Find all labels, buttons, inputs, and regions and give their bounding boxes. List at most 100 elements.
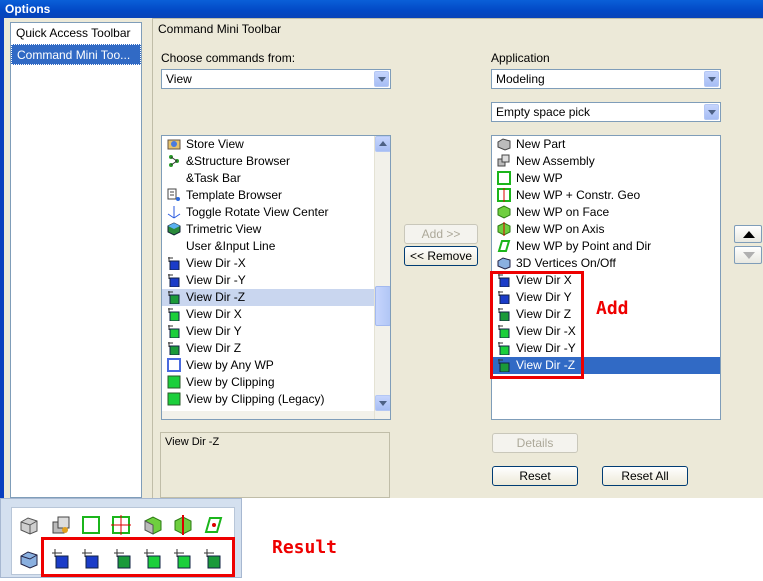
reset-all-button[interactable]: Reset All — [602, 466, 688, 486]
scroll-thumb[interactable] — [375, 286, 390, 326]
list-item-label: &Structure Browser — [186, 154, 291, 168]
new-part-icon — [497, 137, 511, 151]
view-clip-icon — [167, 375, 181, 389]
new-part-icon[interactable] — [18, 514, 40, 536]
list-item[interactable]: View Dir -Y — [162, 272, 390, 289]
list-item[interactable]: New Part — [492, 136, 720, 153]
list-item-label: New WP + Constr. Geo — [516, 188, 641, 202]
choose-commands-select[interactable]: View — [161, 69, 391, 89]
application-label: Application — [491, 51, 550, 65]
list-item-label: 3D Vertices On/Off — [516, 256, 616, 270]
view-clip-icon — [167, 392, 181, 406]
application-value: Modeling — [496, 72, 545, 86]
list-item-label: User &Input Line — [186, 239, 276, 253]
wp-point-dir-icon[interactable] — [202, 514, 224, 536]
list-item[interactable]: Trimetric View — [162, 221, 390, 238]
list-item[interactable]: New Assembly — [492, 153, 720, 170]
panel-title: Command Mini Toolbar — [158, 22, 282, 36]
left-list-hscrollbar[interactable] — [162, 411, 374, 419]
list-item[interactable]: User &Input Line — [162, 238, 390, 255]
context-select[interactable]: Empty space pick — [491, 102, 721, 122]
wp-point-dir-icon — [497, 239, 511, 253]
wp-axis-icon — [497, 222, 511, 236]
scroll-down-button[interactable] — [375, 395, 390, 411]
list-item[interactable]: New WP — [492, 170, 720, 187]
wp-face-icon — [497, 205, 511, 219]
rotate-center-icon — [167, 205, 181, 219]
options-dialog: Quick Access Toolbar Command Mini Too...… — [0, 18, 763, 498]
view-dir-icon — [167, 307, 181, 322]
list-item[interactable]: New WP on Face — [492, 204, 720, 221]
list-item-label: New WP on Axis — [516, 222, 605, 236]
list-item[interactable]: View Dir -Z — [162, 289, 390, 306]
vertices-icon — [497, 256, 511, 270]
list-item-label: &Task Bar — [186, 171, 241, 185]
list-item-label: View Dir -X — [186, 256, 246, 270]
new-wp-constr-icon[interactable] — [110, 514, 132, 536]
list-item[interactable]: View by Clipping — [162, 374, 390, 391]
command-description: View Dir -Z — [160, 432, 390, 498]
remove-button[interactable]: << Remove — [404, 246, 478, 266]
list-item[interactable]: Store View — [162, 136, 390, 153]
result-highlight — [41, 537, 235, 577]
category-list[interactable]: Quick Access Toolbar Command Mini Too... — [10, 22, 142, 498]
new-wp-icon — [497, 171, 511, 185]
chevron-down-icon[interactable] — [374, 71, 389, 87]
view-dir-icon — [167, 256, 181, 271]
list-item[interactable]: Template Browser — [162, 187, 390, 204]
trimetric-icon — [167, 222, 181, 236]
new-assembly-icon[interactable] — [50, 514, 72, 536]
list-item[interactable]: View Dir -X — [162, 255, 390, 272]
new-wp-constr-icon — [497, 188, 511, 202]
list-item-label: View by Clipping — [186, 375, 275, 389]
chevron-down-icon[interactable] — [704, 71, 719, 87]
list-item[interactable]: &Task Bar — [162, 170, 390, 187]
list-item-label: Toggle Rotate View Center — [186, 205, 329, 219]
choose-commands-label: Choose commands from: — [161, 51, 296, 65]
view-dir-icon — [167, 273, 181, 288]
result-annotation: Result — [272, 537, 338, 558]
view-dir-icon — [167, 324, 181, 339]
list-item[interactable]: View Dir Y — [162, 323, 390, 340]
sidebar-item-command-mini[interactable]: Command Mini Too... — [11, 44, 141, 65]
wp-axis-icon[interactable] — [172, 514, 194, 536]
list-item[interactable]: View Dir X — [162, 306, 390, 323]
wp-face-icon[interactable] — [142, 514, 164, 536]
new-wp-icon[interactable] — [80, 514, 102, 536]
view-wp-icon — [167, 358, 181, 372]
list-item[interactable]: Toggle Rotate View Center — [162, 204, 390, 221]
added-items-highlight — [490, 271, 584, 379]
new-assembly-icon — [497, 154, 511, 168]
list-item[interactable]: View by Clipping (Legacy) — [162, 391, 390, 408]
list-item[interactable]: View by Any WP — [162, 357, 390, 374]
list-item[interactable]: View Dir Z — [162, 340, 390, 357]
list-item-label: View Dir Z — [186, 341, 242, 355]
list-item-label: View Dir X — [186, 307, 242, 321]
move-up-button[interactable] — [734, 225, 762, 243]
structure-browser-icon — [167, 154, 181, 168]
list-item-label: New WP on Face — [516, 205, 610, 219]
list-item-label: New WP by Point and Dir — [516, 239, 652, 253]
list-item-label: New Part — [516, 137, 566, 151]
list-item-label: Template Browser — [186, 188, 283, 202]
scroll-up-button[interactable] — [375, 136, 390, 152]
chevron-down-icon[interactable] — [704, 104, 719, 120]
list-item[interactable]: New WP on Axis — [492, 221, 720, 238]
template-browser-icon — [167, 188, 181, 202]
vertices-icon[interactable] — [18, 548, 40, 570]
reset-button[interactable]: Reset — [492, 466, 578, 486]
list-item[interactable]: New WP by Point and Dir — [492, 238, 720, 255]
available-commands-list[interactable]: Store View &Structure Browser &Task Bar Tem… — [161, 135, 391, 420]
details-button[interactable]: Details — [492, 433, 578, 453]
list-item-label: Store View — [186, 137, 244, 151]
list-item[interactable]: 3D Vertices On/Off — [492, 255, 720, 272]
choose-commands-value: View — [166, 72, 192, 86]
move-down-button[interactable] — [734, 246, 762, 264]
sidebar-item-quick-access[interactable]: Quick Access Toolbar — [11, 23, 141, 44]
left-list-scrollbar[interactable] — [374, 136, 390, 419]
list-item[interactable]: New WP + Constr. Geo — [492, 187, 720, 204]
application-select[interactable]: Modeling — [491, 69, 721, 89]
add-button[interactable]: Add >> — [404, 224, 478, 244]
window-title: Options — [0, 0, 763, 18]
list-item[interactable]: &Structure Browser — [162, 153, 390, 170]
